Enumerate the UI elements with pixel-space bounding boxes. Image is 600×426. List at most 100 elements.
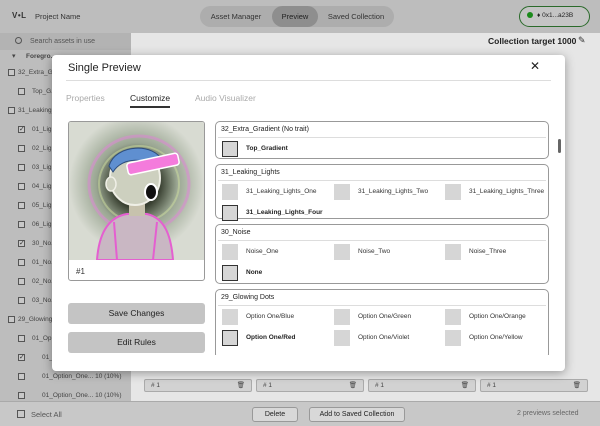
trait-swatch	[445, 309, 461, 325]
sidebar-item-checkbox[interactable]	[18, 297, 25, 304]
preview-artwork	[69, 122, 204, 261]
trait-option[interactable]: 31_Leaking_Lights_Four	[222, 205, 332, 221]
sidebar-item-checkbox[interactable]	[8, 107, 15, 114]
single-preview-modal: Single Preview ✕ Properties Customize Au…	[52, 55, 565, 371]
trait-option[interactable]: Option One/Red	[222, 330, 332, 346]
trait-group: 31_Leaking_Lights 31_Leaking_Lights_One 31…	[215, 164, 551, 221]
tile-label: # 1 🗑	[480, 379, 588, 392]
view-switcher: Asset Manager Preview Saved Collection	[200, 6, 394, 27]
trait-swatch	[334, 184, 350, 200]
scrollbar-thumb[interactable]	[558, 139, 561, 153]
sidebar-item-checkbox[interactable]	[18, 392, 25, 399]
trait-option[interactable]: Noise_Three	[445, 244, 551, 260]
character-illustration	[69, 122, 204, 261]
tile-label: # 1 🗑	[368, 379, 476, 392]
trait-option[interactable]: Option One/Violet	[334, 330, 444, 346]
trait-swatch	[222, 330, 238, 346]
edit-pencil-icon[interactable]: ✎	[578, 35, 586, 46]
project-name[interactable]: Project Name	[35, 12, 80, 21]
sidebar-item-checkbox[interactable]	[18, 164, 25, 171]
sidebar-item-checkbox[interactable]	[8, 316, 15, 323]
sidebar-item-checkbox[interactable]	[18, 88, 25, 95]
trait-group: 30_Noise Noise_One Noise_Two Noise_Three Non…	[215, 224, 549, 284]
sidebar-item-checkbox[interactable]	[18, 221, 25, 228]
tab-audio-visualizer[interactable]: Audio Visualizer	[195, 93, 256, 103]
tab-asset-manager[interactable]: Asset Manager	[200, 6, 272, 27]
trait-swatch	[222, 265, 238, 281]
collection-target: Collection target 1000	[488, 36, 577, 46]
trash-icon[interactable]: 🗑	[461, 380, 469, 391]
sidebar-item-checkbox[interactable]	[18, 352, 25, 364]
trait-option-label: 31_Leaking_Lights_One	[246, 188, 317, 195]
trait-group-title: 30_Noise	[221, 229, 251, 236]
search-input[interactable]: Search assets in use	[0, 33, 131, 50]
close-icon[interactable]: ✕	[530, 59, 540, 73]
trait-option-label: Top_Gradient	[246, 145, 288, 152]
preview-number: #1	[76, 267, 85, 276]
trait-group: 29_Glowing Dots Option One/Blue Option One…	[215, 289, 549, 355]
trait-swatch	[334, 309, 350, 325]
trait-option-label: None	[246, 269, 263, 276]
sidebar-item[interactable]: 01_Option_One... 10 (10%)	[0, 371, 131, 383]
trait-option-label: Option One/Green	[358, 313, 412, 320]
trait-group-title: 31_Leaking_Lights	[221, 169, 280, 176]
delete-button[interactable]: Delete	[252, 407, 298, 422]
trait-option[interactable]: Option One/Green	[334, 309, 444, 325]
trait-option[interactable]: 31_Leaking_Lights_Two	[334, 184, 444, 200]
tab-customize[interactable]: Customize	[130, 93, 170, 103]
trait-option[interactable]: 31_Leaking_Lights_One	[222, 184, 332, 200]
trait-option[interactable]: Noise_Two	[334, 244, 444, 260]
trait-option-label: Option One/Violet	[358, 334, 410, 341]
sidebar-item-checkbox[interactable]	[18, 183, 25, 190]
trait-option[interactable]: Top_Gradient	[222, 141, 332, 157]
save-changes-button[interactable]: Save Changes	[68, 303, 205, 324]
connected-status-icon	[527, 12, 533, 18]
wallet-button[interactable]: ♦ 0x1...a23B	[519, 6, 590, 27]
sidebar-item-checkbox[interactable]	[18, 145, 25, 152]
trait-swatch	[222, 309, 238, 325]
trait-option-label: Option One/Yellow	[469, 334, 523, 341]
trait-swatch	[445, 184, 461, 200]
select-all-checkbox[interactable]	[17, 410, 25, 418]
tab-preview[interactable]: Preview	[272, 6, 318, 27]
sidebar-item-checkbox[interactable]	[18, 259, 25, 266]
select-all-label[interactable]: Select All	[31, 410, 62, 419]
sidebar-item-checkbox[interactable]	[18, 373, 25, 380]
trait-group-title: 32_Extra_Gradient (No trait)	[221, 126, 309, 133]
tab-saved-collection[interactable]: Saved Collection	[318, 6, 394, 27]
preview-card: #1	[68, 121, 205, 281]
sidebar-item-checkbox[interactable]	[8, 69, 15, 76]
selection-count: 2 previews selected	[517, 410, 579, 417]
chevron-down-icon[interactable]: ▾	[12, 51, 16, 63]
trait-option-label: Option One/Red	[246, 334, 296, 341]
trait-option[interactable]: Option One/Orange	[445, 309, 551, 325]
add-to-saved-collection-button[interactable]: Add to Saved Collection	[309, 407, 405, 422]
trait-option[interactable]: Noise_One	[222, 244, 332, 260]
sidebar-item-checkbox[interactable]	[18, 124, 25, 136]
sidebar-item-checkbox[interactable]	[18, 238, 25, 250]
trash-icon[interactable]: 🗑	[237, 380, 245, 391]
trait-option[interactable]: Option One/Yellow	[445, 330, 551, 346]
trait-swatch	[222, 205, 238, 221]
sidebar-item-checkbox[interactable]	[18, 278, 25, 285]
divider	[66, 80, 551, 81]
trait-option-label: 31_Leaking_Lights_Two	[358, 188, 429, 195]
trash-icon[interactable]: 🗑	[349, 380, 357, 391]
bottom-bar: Select All Delete Add to Saved Collectio…	[0, 401, 600, 426]
tab-properties[interactable]: Properties	[66, 93, 105, 103]
search-icon	[15, 37, 22, 44]
trait-option-label: Noise_Two	[358, 248, 391, 255]
divider	[218, 137, 546, 138]
trash-icon[interactable]: 🗑	[573, 380, 581, 391]
sidebar-item-checkbox[interactable]	[18, 335, 25, 342]
top-bar: V•L Project Name Asset Manager Preview S…	[0, 0, 600, 33]
trait-option[interactable]: None	[222, 265, 332, 281]
wallet-address: 0x1...a23B	[542, 12, 574, 19]
trait-option[interactable]: Option One/Blue	[222, 309, 332, 325]
trait-groups[interactable]: 32_Extra_Gradient (No trait) Top_Gradient…	[215, 121, 551, 355]
trait-swatch	[222, 184, 238, 200]
sidebar-item-checkbox[interactable]	[18, 202, 25, 209]
trait-option-label: Option One/Blue	[246, 313, 295, 320]
edit-rules-button[interactable]: Edit Rules	[68, 332, 205, 353]
trait-option[interactable]: 31_Leaking_Lights_Three	[445, 184, 551, 200]
